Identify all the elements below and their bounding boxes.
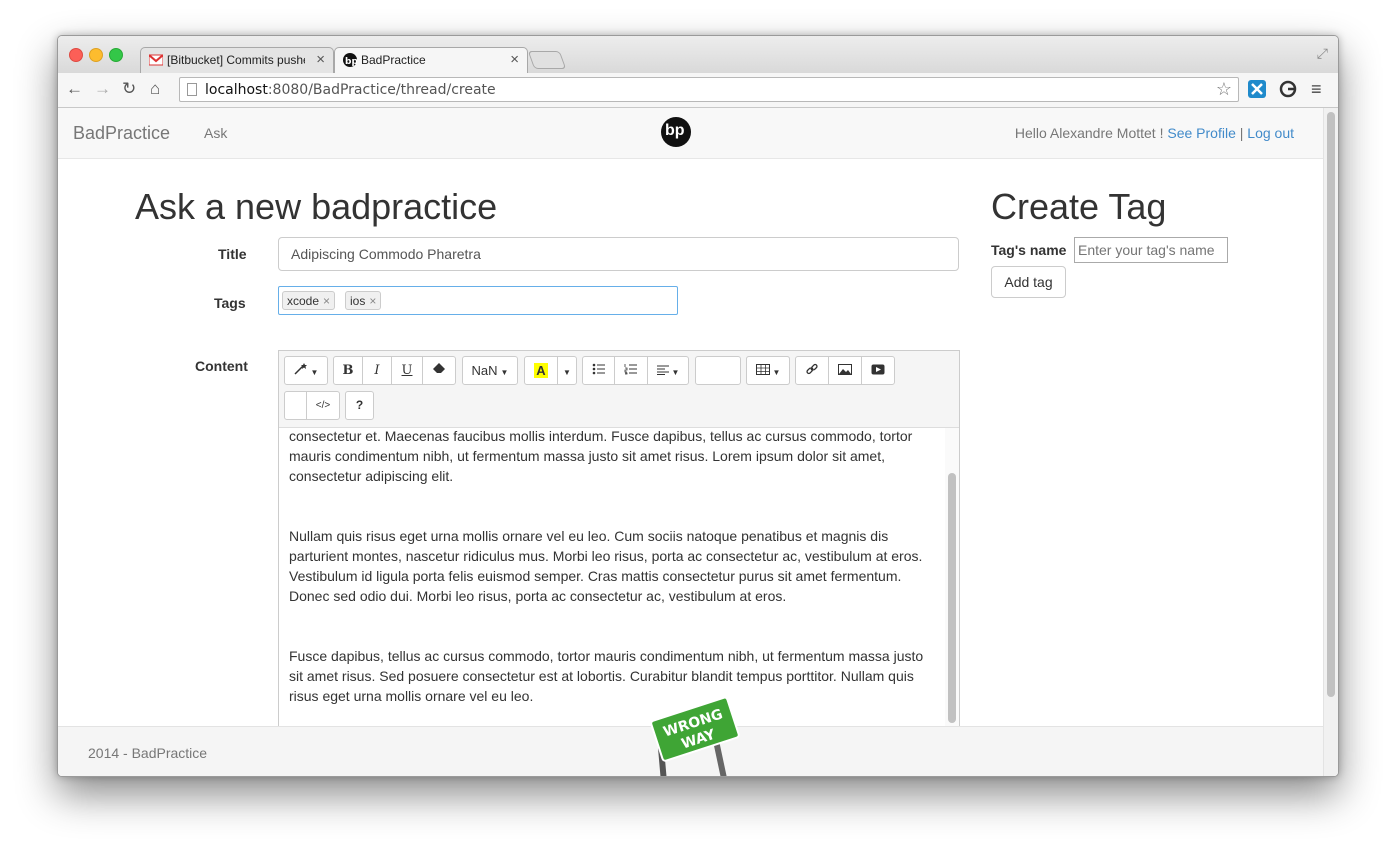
editor-paragraph: consectetur et. Maecenas faucibus mollis… (289, 428, 913, 484)
image-icon (838, 364, 852, 375)
editor-toolbar: ▼ B I U NaN ▼ A ▼ ▼ ▼ </> ? (279, 351, 959, 428)
svg-text:bp: bp (345, 57, 357, 67)
page-viewport: BadPractice Ask bp Hello Alexandre Motte… (58, 108, 1338, 776)
video-icon (871, 364, 885, 375)
editor-paragraph: Fusce dapibus, tellus ac cursus commodo,… (289, 648, 924, 704)
bookmark-star-icon[interactable]: ☆ (1216, 79, 1232, 100)
nav-ask-link[interactable]: Ask (204, 125, 227, 141)
table-icon (755, 364, 770, 375)
greeting-text: Hello Alexandre Mottet ! (1014, 125, 1168, 141)
magic-wand-icon (294, 363, 307, 375)
style-dropdown[interactable]: ▼ (284, 356, 328, 385)
separator: | (1239, 125, 1244, 141)
help-button[interactable]: ? (345, 391, 374, 420)
gmail-icon (149, 54, 163, 66)
create-tag-title: Create Tag (991, 186, 1167, 227)
wrong-way-sign-image: WRONG WAY (650, 696, 740, 776)
remove-tag-icon[interactable]: × (323, 294, 330, 308)
tags-input[interactable]: xcode × ios × (278, 286, 678, 315)
editor-content[interactable]: consectetur et. Maecenas faucibus mollis… (279, 428, 945, 739)
logo-text: bp (665, 122, 685, 139)
link-icon (806, 363, 818, 375)
address-bar[interactable]: localhost:8080/BadPractice/thread/create… (179, 77, 1239, 102)
tags-label: Tags (214, 295, 246, 311)
underline-button[interactable]: U (391, 356, 423, 385)
tab-title: [Bitbucket] Commits pushe (167, 53, 305, 67)
remove-tag-icon[interactable]: × (369, 294, 376, 308)
table-dropdown[interactable]: ▼ (746, 356, 790, 385)
back-icon[interactable]: ← (66, 79, 83, 99)
tag-name-label: Tag's name (991, 242, 1067, 258)
page-title: Ask a new badpractice (135, 186, 498, 227)
editor-scrollbar[interactable] (945, 428, 959, 739)
highlight-icon: A (534, 363, 548, 378)
line-height-dropdown-2[interactable] (695, 356, 741, 385)
video-button[interactable] (861, 356, 895, 385)
editor-paragraph: Nullam quis risus eget urna mollis ornar… (289, 528, 923, 604)
tag-name-input[interactable] (1074, 237, 1228, 263)
fullscreen-icon[interactable]: ⤢ (1317, 45, 1328, 62)
tag-chip-ios: ios × (345, 291, 382, 310)
home-icon[interactable]: ⌂ (150, 79, 160, 99)
title-input[interactable] (278, 237, 959, 271)
page-icon (187, 83, 197, 96)
menu-icon[interactable]: ≡ (1311, 79, 1322, 100)
highlight-color-dropdown[interactable]: ▼ (557, 356, 577, 385)
close-window-button[interactable] (69, 48, 83, 62)
site-navbar: BadPractice Ask bp Hello Alexandre Motte… (58, 108, 1324, 159)
url-text: localhost:8080/BadPractice/thread/create (205, 82, 496, 98)
code-view-button[interactable]: </> (306, 391, 340, 420)
font-size-dropdown[interactable]: NaN ▼ (462, 356, 518, 385)
rich-text-editor: ▼ B I U NaN ▼ A ▼ ▼ ▼ </> ? consectetur … (278, 350, 960, 740)
italic-button[interactable]: I (362, 356, 392, 385)
browser-window: [Bitbucket] Commits pushe × bp BadPracti… (57, 35, 1339, 777)
unordered-list-button[interactable] (582, 356, 615, 385)
close-tab-icon[interactable]: × (316, 51, 325, 68)
minimize-window-button[interactable] (89, 48, 103, 62)
bold-button[interactable]: B (333, 356, 363, 385)
ordered-list-button[interactable] (614, 356, 648, 385)
title-label: Title (218, 246, 247, 262)
tab-title: BadPractice (361, 53, 426, 67)
paragraph-align-dropdown[interactable]: ▼ (647, 356, 689, 385)
highlight-button[interactable]: A (524, 356, 558, 385)
user-menu: Hello Alexandre Mottet ! See Profile | L… (1015, 125, 1294, 141)
bp-logo-icon: bp (343, 53, 357, 67)
page-scrollbar[interactable] (1323, 108, 1338, 776)
fullscreen-button[interactable] (284, 391, 307, 420)
browser-toolbar: ← → ↻ ⌂ localhost:8080/BadPractice/threa… (58, 73, 1338, 108)
new-tab-button[interactable] (527, 51, 567, 69)
page-scrollbar-thumb[interactable] (1327, 112, 1335, 697)
eraser-icon (433, 363, 445, 373)
clear-format-button[interactable] (422, 356, 456, 385)
footer-text: 2014 - BadPractice (88, 745, 208, 761)
forward-icon[interactable]: → (94, 79, 111, 99)
tag-chip-xcode: xcode × (282, 291, 336, 310)
site-logo[interactable]: bp (661, 117, 691, 147)
add-tag-button[interactable]: Add tag (991, 266, 1066, 298)
gesture-extension-icon[interactable] (1279, 80, 1297, 98)
tab-bitbucket[interactable]: [Bitbucket] Commits pushe × (140, 47, 334, 73)
reload-icon[interactable]: ↻ (122, 79, 136, 99)
editor-scrollbar-thumb[interactable] (948, 473, 956, 723)
list-ul-icon (592, 363, 605, 375)
list-ol-icon (624, 364, 637, 375)
image-button[interactable] (828, 356, 862, 385)
logout-link[interactable]: Log out (1247, 125, 1294, 141)
see-profile-link[interactable]: See Profile (1167, 125, 1235, 141)
brand-link[interactable]: BadPractice (73, 123, 170, 144)
tab-badpractice[interactable]: bp BadPractice × (334, 47, 528, 73)
zoom-window-button[interactable] (109, 48, 123, 62)
close-tab-icon[interactable]: × (510, 51, 519, 68)
align-left-icon (656, 365, 669, 375)
content-label: Content (195, 358, 248, 374)
tab-strip: [Bitbucket] Commits pushe × bp BadPracti… (58, 36, 1338, 73)
extension-icon[interactable] (1248, 80, 1266, 98)
link-button[interactable] (795, 356, 829, 385)
